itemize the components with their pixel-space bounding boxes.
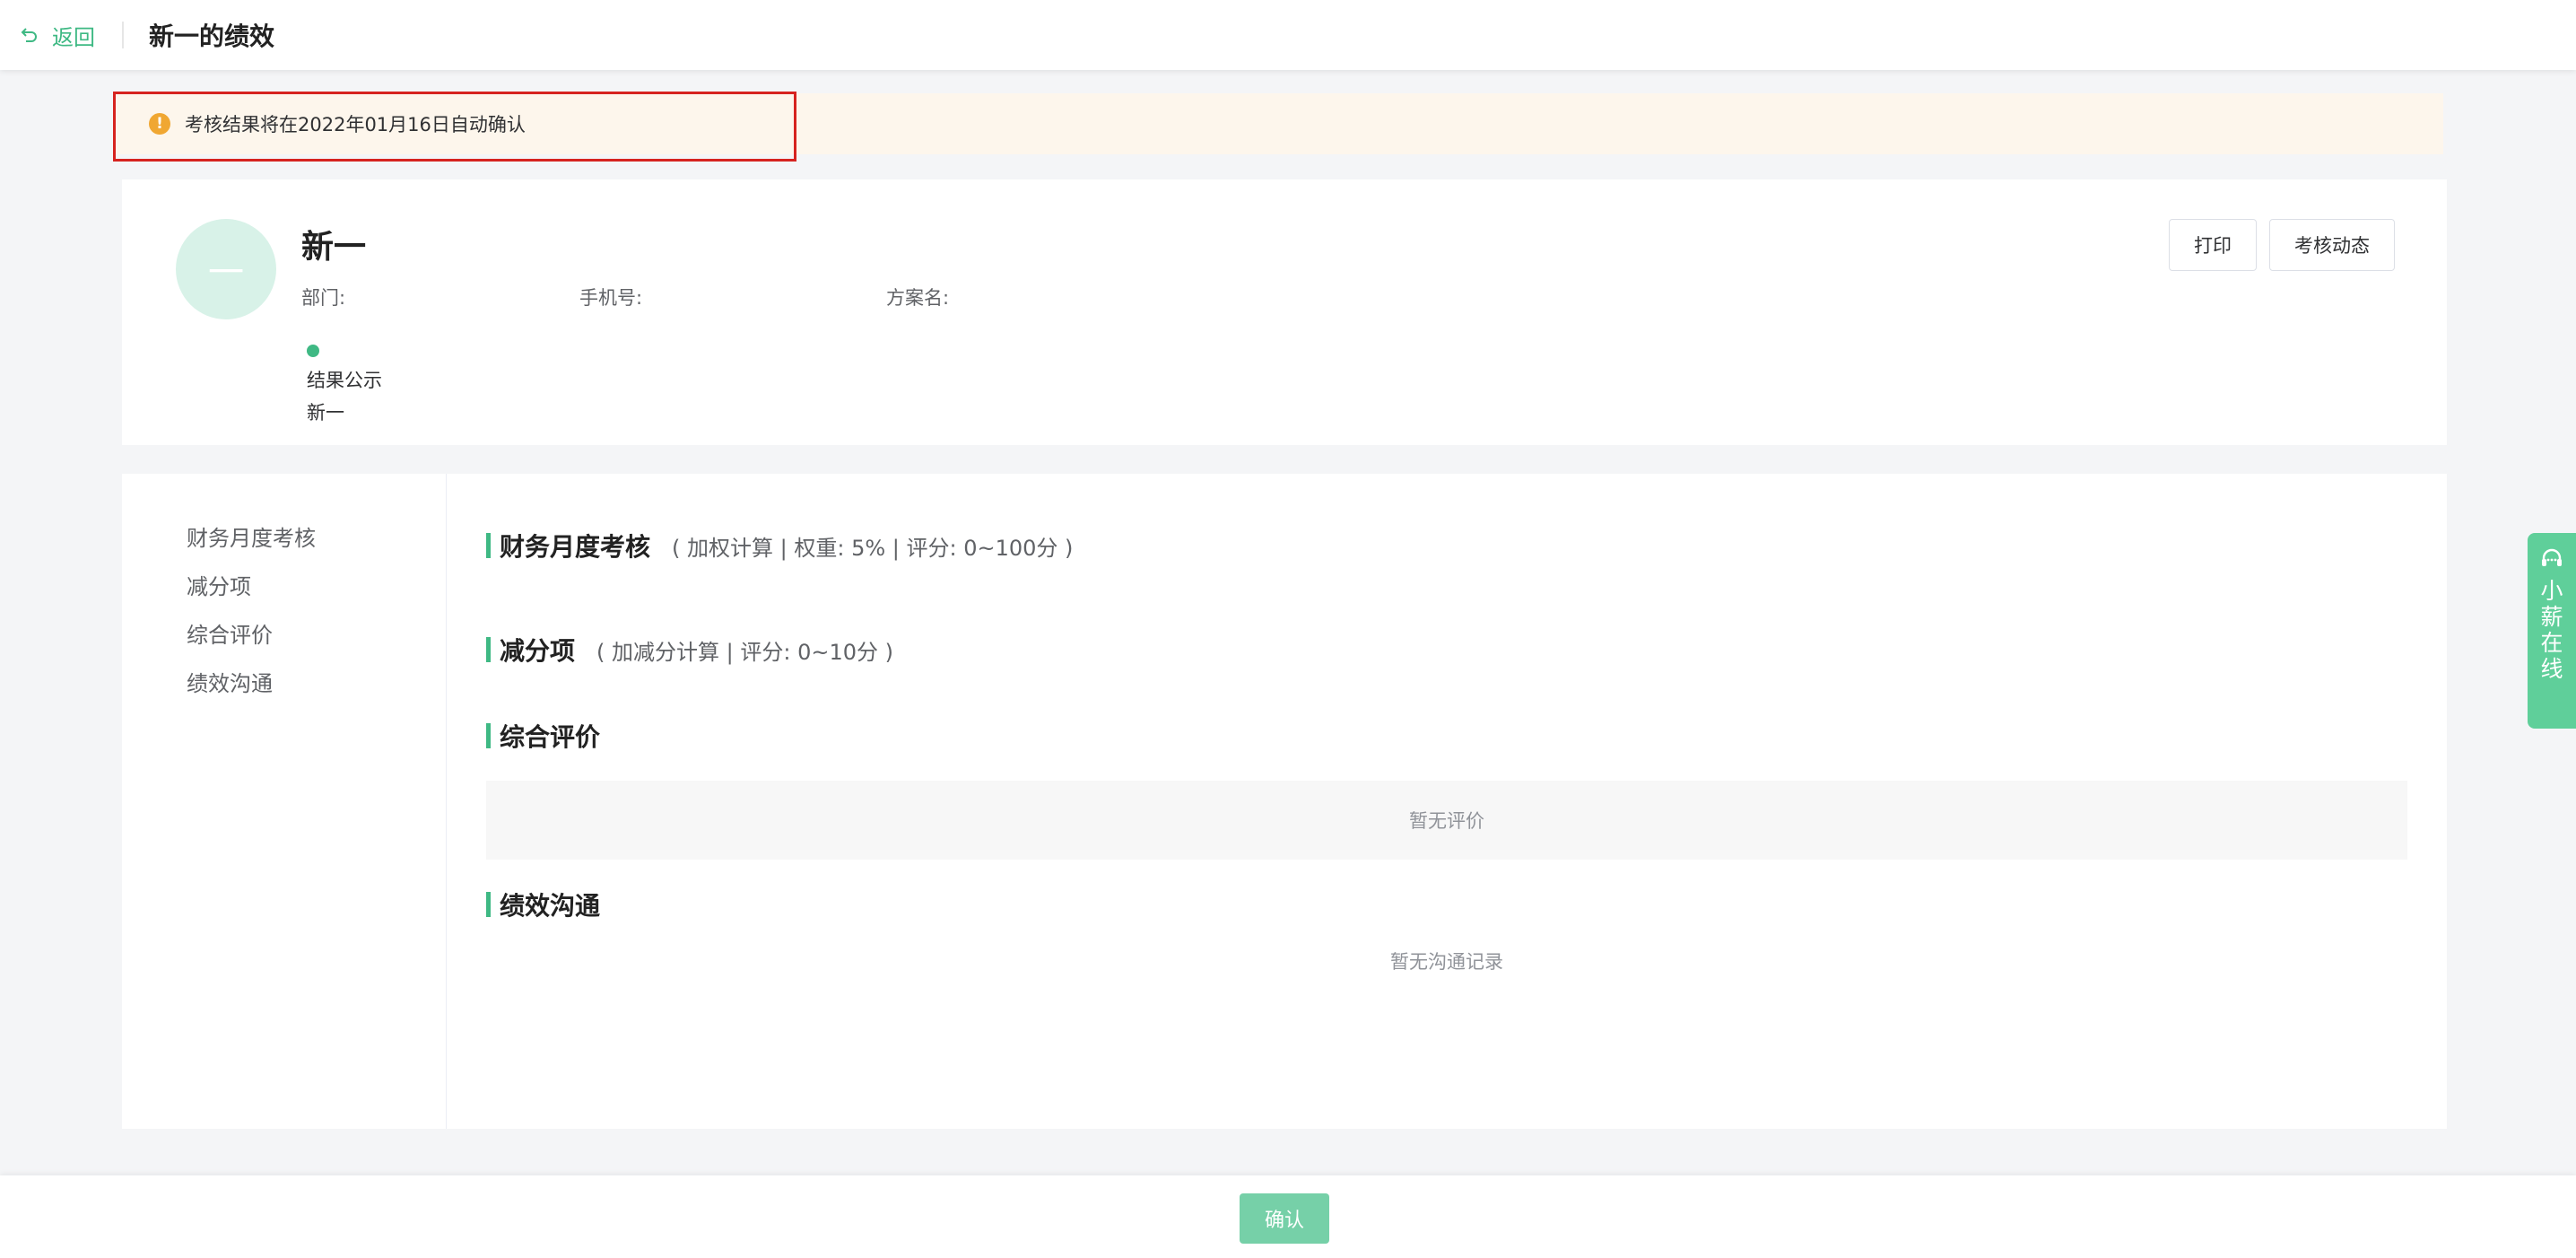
communication-empty-state: 暂无沟通记录 [1390, 951, 1503, 973]
section-finance-title: 财务月度考核 ( 加权计算 | 权重: 5% | 评分: 0~100分 ) [486, 528, 1073, 563]
department-label: 部门: [301, 287, 346, 309]
evaluation-content: 财务月度考核 ( 加权计算 | 权重: 5% | 评分: 0~100分 ) 减分… [447, 474, 2447, 1129]
nav-item-overall[interactable]: 综合评价 [187, 617, 273, 649]
phone-label: 手机号: [579, 287, 643, 309]
online-service-button[interactable]: 小薪在线 [2528, 533, 2576, 729]
stage-status-dot [307, 345, 319, 357]
nav-item-deduction[interactable]: 减分项 [187, 569, 251, 600]
user-name: 新一 [301, 229, 367, 266]
section-overall-title: 综合评价 [486, 718, 600, 754]
print-button[interactable]: 打印 [2169, 219, 2257, 271]
notice-text: 考核结果将在2022年01月16日自动确认 [185, 114, 526, 135]
stage-label: 结果公示 [307, 370, 382, 391]
section-finance-meta: ( 加权计算 | 权重: 5% | 评分: 0~100分 ) [672, 535, 1074, 561]
section-accent-bar [486, 892, 491, 917]
section-accent-bar [486, 637, 491, 662]
top-header: 返回 新一的绩效 [0, 0, 2576, 70]
overall-empty-state: 暂无评价 [486, 781, 2407, 860]
online-service-label: 小薪在线 [2540, 578, 2563, 682]
warning-icon: ! [149, 113, 170, 135]
back-button[interactable]: 返回 [20, 20, 95, 51]
section-communication-label: 绩效沟通 [500, 891, 601, 921]
section-finance-label: 财务月度考核 [500, 532, 651, 562]
page-title: 新一的绩效 [149, 22, 275, 51]
stage-user: 新一 [307, 402, 344, 424]
section-accent-bar [486, 533, 491, 558]
section-deduction-title: 减分项 ( 加减分计算 | 评分: 0~10分 ) [486, 632, 893, 668]
profile-card: 一 新一 部门: 手机号: 方案名: 结果公示 新一 打印 考核动态 [122, 179, 2447, 445]
headset-icon [2542, 548, 2562, 566]
undo-arrow-icon [21, 28, 37, 42]
section-overall-label: 综合评价 [500, 722, 601, 752]
footer-bar: 确认 [0, 1175, 2576, 1258]
back-label: 返回 [52, 24, 95, 50]
review-activity-button[interactable]: 考核动态 [2269, 219, 2395, 271]
plan-label: 方案名: [886, 287, 950, 309]
section-deduction-meta: ( 加减分计算 | 评分: 0~10分 ) [596, 639, 893, 665]
main-panel: 财务月度考核 减分项 综合评价 绩效沟通 财务月度考核 ( 加权计算 | 权重:… [122, 474, 2447, 1129]
section-communication-title: 绩效沟通 [486, 887, 600, 922]
nav-item-communication[interactable]: 绩效沟通 [187, 666, 273, 697]
section-accent-bar [486, 723, 491, 748]
section-nav: 财务月度考核 减分项 综合评价 绩效沟通 [122, 474, 447, 1129]
header-divider [122, 22, 124, 48]
section-deduction-label: 减分项 [500, 636, 576, 666]
avatar-glyph: 一 [208, 252, 244, 293]
confirm-button[interactable]: 确认 [1240, 1193, 1329, 1244]
auto-confirm-notice: ! 考核结果将在2022年01月16日自动确认 [115, 93, 2443, 154]
nav-item-finance[interactable]: 财务月度考核 [187, 520, 316, 552]
avatar: 一 [176, 219, 276, 319]
